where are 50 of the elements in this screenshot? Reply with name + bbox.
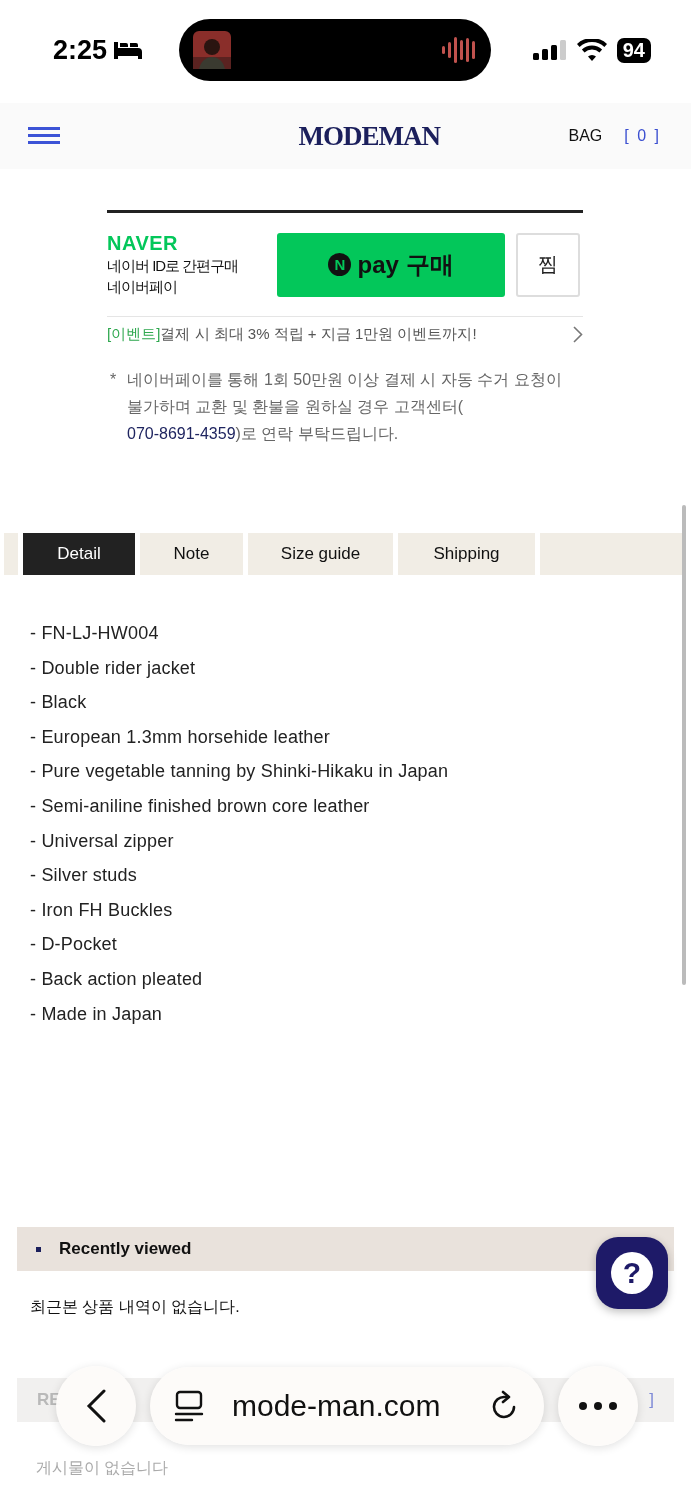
waveform-icon bbox=[441, 35, 478, 65]
wifi-icon bbox=[576, 39, 607, 61]
reader-icon[interactable] bbox=[174, 1390, 204, 1422]
detail-line: - Black bbox=[30, 691, 88, 715]
tab-bar-background bbox=[4, 533, 18, 575]
detail-line: - Double rider jacket bbox=[30, 656, 197, 680]
wishlist-button[interactable]: 찜 bbox=[516, 232, 580, 297]
bullet-icon bbox=[36, 1246, 41, 1252]
detail-line: - FN-LJ-HW004 bbox=[30, 622, 160, 645]
chevron-right-icon[interactable] bbox=[573, 326, 583, 343]
battery-level: 94 bbox=[616, 37, 651, 63]
menu-icon[interactable] bbox=[28, 127, 60, 145]
help-button[interactable]: ? bbox=[596, 1237, 668, 1309]
more-button[interactable] bbox=[558, 1366, 638, 1446]
detail-line: - European 1.3mm horsehide leather bbox=[30, 725, 331, 749]
detail-line: - Back action pleated bbox=[30, 967, 204, 991]
naver-pay-button[interactable]: N pay 구매 bbox=[277, 232, 505, 297]
naver-n-badge: N bbox=[328, 253, 352, 276]
url-text[interactable]: mode-man.com bbox=[232, 1389, 441, 1423]
tab[interactable]: Detail bbox=[23, 533, 135, 575]
bed-icon bbox=[113, 40, 144, 60]
detail-line: - D-Pocket bbox=[30, 933, 119, 957]
detail-line: - Pure vegetable tanning by Shinki-Hikaku in Japan bbox=[30, 760, 450, 784]
empty-message: 최근본 상품 내역이 없습니다. bbox=[30, 1297, 240, 1317]
address-bar[interactable]: mode-man.com bbox=[150, 1367, 544, 1445]
bracket-mark: ] bbox=[649, 1390, 654, 1410]
detail-line: - Semi-aniline finished brown core leather bbox=[30, 794, 371, 818]
phone-link[interactable]: 070-8691-4359 bbox=[127, 425, 236, 442]
tab[interactable]: Size guide bbox=[248, 533, 393, 575]
bag-link[interactable]: BAG bbox=[568, 127, 603, 145]
section-title: Recently viewed bbox=[59, 1239, 192, 1259]
site-logo[interactable]: MODEMAN bbox=[188, 120, 440, 152]
asterisk-mark: * bbox=[110, 370, 118, 390]
naver-logo: NAVER bbox=[107, 232, 180, 255]
more-icon bbox=[578, 1401, 618, 1411]
clock-time: 2:25 bbox=[53, 34, 108, 66]
detail-line: - Silver studs bbox=[30, 864, 138, 888]
detail-line: - Universal zipper bbox=[30, 829, 175, 853]
naver-pay-notice: 네이버페이를 통해 1회 50만원 이상 결제 시 자동 수거 요청이 불가하며 교환 및 환불을 원하실 경우 고객센터( 070-8691-4359)로 연락 부탁드립니다. bbox=[127, 370, 563, 444]
signal-icon bbox=[532, 40, 567, 60]
tab[interactable]: Shipping bbox=[398, 533, 535, 575]
event-banner-text[interactable]: [이벤트]결제 시 최대 3% 적립 + 지금 1만원 이벤트까지! bbox=[107, 325, 477, 344]
naver-tagline: 네이버 ID로 간편구매 bbox=[107, 256, 240, 276]
detail-line: - Iron FH Buckles bbox=[30, 898, 174, 922]
naver-pay-label: 네이버페이 bbox=[107, 277, 178, 297]
empty-message: 게시물이 없습니다 bbox=[36, 1458, 169, 1478]
detail-line: - Made in Japan bbox=[30, 1002, 164, 1026]
tab[interactable]: Note bbox=[140, 533, 243, 575]
bag-count: [ 0 ] bbox=[624, 127, 661, 145]
chevron-left-icon bbox=[86, 1389, 106, 1423]
